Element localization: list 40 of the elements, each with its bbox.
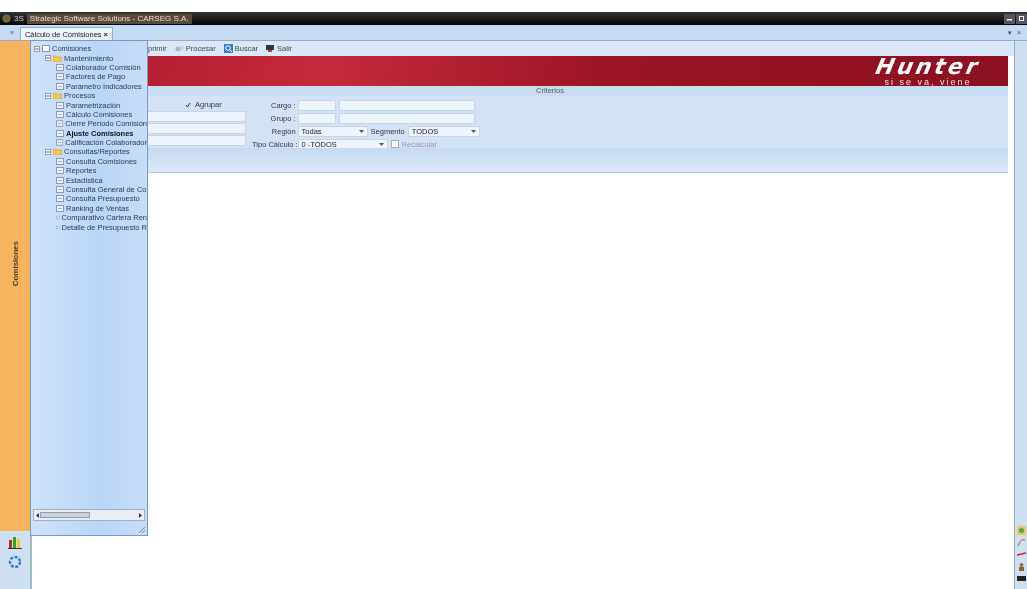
collapse-toggle-icon[interactable] [34,45,40,52]
search-icon [223,44,233,53]
horizontal-scrollbar[interactable] [33,509,145,521]
input-field[interactable] [338,99,475,111]
collapse-toggle-icon[interactable] [45,149,51,155]
slogan: si se va, viene [884,77,972,87]
collapse-toggle-icon[interactable] [45,55,51,62]
minimize-icon [1007,16,1012,21]
folder-icon [53,54,62,62]
maximize-button[interactable] [1016,13,1027,24]
checkbox[interactable] [184,100,192,109]
caret-icon [470,129,476,133]
gear-icon[interactable] [8,555,22,569]
maximize-icon [1019,16,1024,21]
gears-icon [174,44,184,53]
brand-logo: Hunter [873,55,983,78]
caret-icon [378,142,384,146]
collapse-toggle-icon[interactable] [45,92,51,99]
page-icon [42,45,50,53]
input-field[interactable] [297,99,336,111]
bar-chart-icon[interactable] [8,535,22,549]
exit-icon [266,44,276,53]
app-name-label: 3S [14,14,24,23]
input-field[interactable] [146,135,246,146]
caret-icon [358,129,364,133]
page-icon [56,139,64,147]
input-field[interactable] [338,112,475,124]
folder-icon [53,92,62,100]
resize-grip[interactable] [138,526,146,534]
tool-icon[interactable] [1016,574,1026,583]
minimize-button[interactable] [1004,13,1015,24]
window-title: Strategic Software Solutions - CARSEG S.A. [26,13,192,24]
side-strip-label[interactable]: Comisiones [10,241,20,287]
input-field[interactable] [297,112,336,124]
scroll-right-icon[interactable] [138,512,142,518]
input-field[interactable] [146,123,246,134]
page-icon [56,63,64,71]
app-icon [2,14,11,23]
page-icon [56,157,64,165]
input-field[interactable] [146,111,246,122]
